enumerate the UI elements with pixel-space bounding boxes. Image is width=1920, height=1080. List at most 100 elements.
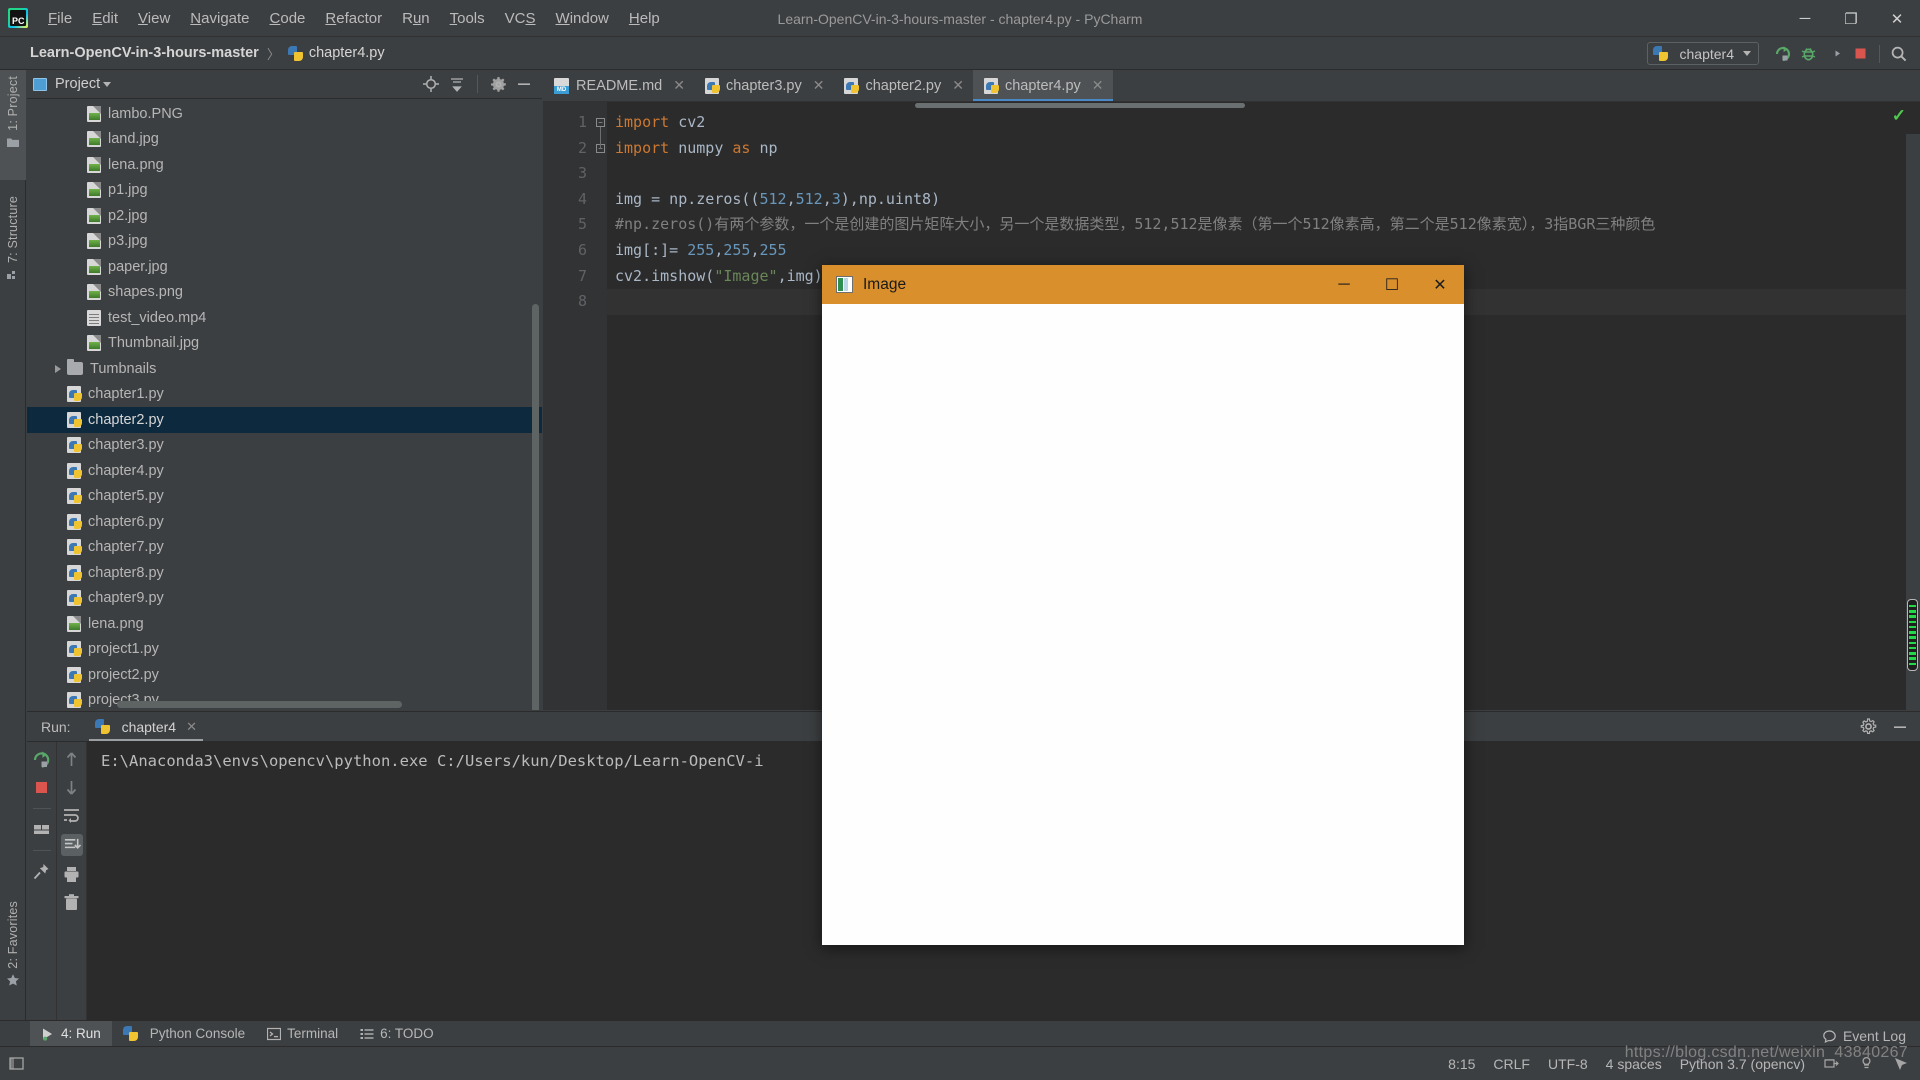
line-separator[interactable]: CRLF [1493,1056,1530,1072]
menu-vcs[interactable]: VCS [495,7,546,30]
python-interpreter[interactable]: Python 3.7 (opencv) [1680,1056,1805,1072]
project-tree-horizontal-scrollbar[interactable] [117,701,402,708]
tree-item-lena-png[interactable]: lena.png [27,152,542,178]
debug-icon[interactable] [1795,42,1821,66]
tab-close-icon[interactable]: ✕ [813,77,825,94]
code-line-6[interactable]: img[:]= 255,255,255 [607,238,1920,264]
tree-item-chapter5-py[interactable]: chapter5.py [27,484,542,510]
project-file-tree[interactable]: lambo.PNG land.jpg lena.png p1.jpg p2.jpg p3.… [27,99,542,710]
opencv-maximize-button[interactable]: ☐ [1368,265,1416,304]
menu-edit[interactable]: Edit [82,7,128,30]
opencv-close-button[interactable]: ✕ [1416,265,1464,304]
tree-item-paper-jpg[interactable]: paper.jpg [27,254,542,280]
tree-item-thumbnail-jpg[interactable]: Thumbnail.jpg [27,331,542,357]
cursor-position[interactable]: 8:15 [1448,1056,1475,1072]
bottom-item-todo[interactable]: 6: TODO [349,1021,445,1047]
tree-item-project1-py[interactable]: project1.py [27,637,542,663]
menu-file[interactable]: File [38,7,82,30]
tab-close-icon[interactable]: ✕ [952,77,964,94]
bottom-item-terminal[interactable]: Terminal [256,1021,349,1047]
rerun-icon[interactable] [32,750,51,769]
tree-item-chapter6-py[interactable]: chapter6.py [27,509,542,535]
gear-icon[interactable] [1856,716,1880,738]
tree-item-chapter4-py[interactable]: chapter4.py [27,458,542,484]
code-line-4[interactable]: img = np.zeros((512,512,3),np.uint8) [607,187,1920,213]
tab-chapter3-py[interactable]: chapter3.py ✕ [694,70,834,101]
chevron-down-icon[interactable] [103,81,112,87]
editor-horizontal-scrollbar[interactable] [595,103,1795,108]
run-icon[interactable] [1769,42,1795,66]
run-with-coverage-icon[interactable] [1821,42,1847,66]
menu-refactor[interactable]: Refactor [315,7,392,30]
breadcrumb-project[interactable]: Learn-OpenCV-in-3-hours-master [30,45,259,61]
tree-item-lena-png[interactable]: lena.png [27,611,542,637]
file-encoding[interactable]: UTF-8 [1548,1056,1588,1072]
menu-tools[interactable]: Tools [440,7,495,30]
opencv-image-window[interactable]: Image ─ ☐ ✕ [822,265,1464,945]
menu-window[interactable]: Window [546,7,619,30]
up-arrow-icon[interactable] [62,750,81,769]
tree-item-p2-jpg[interactable]: p2.jpg [27,203,542,229]
code-line-3[interactable] [607,161,1920,187]
tree-item-chapter7-py[interactable]: chapter7.py [27,535,542,561]
tree-item-chapter8-py[interactable]: chapter8.py [27,560,542,586]
bottom-item-python-console[interactable]: Python Console [112,1021,256,1047]
clear-all-icon[interactable] [62,893,81,912]
menu-help[interactable]: Help [619,7,670,30]
breadcrumb-file[interactable]: chapter4.py [309,45,385,61]
locate-icon[interactable] [419,73,443,95]
fold-marker-1[interactable]: − [596,118,605,127]
tree-item-land-jpg[interactable]: land.jpg [27,127,542,153]
inspection-status-icon[interactable]: ✓ [1892,106,1906,126]
editor-horizontal-scroll-thumb[interactable] [915,103,1245,108]
hide-icon[interactable] [512,73,536,95]
code-folding-gutter[interactable]: − − [595,102,607,710]
down-arrow-icon[interactable] [62,778,81,797]
menu-code[interactable]: Code [260,7,316,30]
sidebar-item-structure[interactable]: 7: Structure [0,190,26,320]
tree-item-lambo-png[interactable]: lambo.PNG [27,101,542,127]
tab-chapter2-py[interactable]: chapter2.py ✕ [833,70,973,101]
tree-item-chapter1-py[interactable]: chapter1.py [27,382,542,408]
run-tab-close-icon[interactable]: ✕ [186,719,197,735]
project-tree-vertical-scrollbar[interactable] [532,304,539,710]
menu-run[interactable]: Run [392,7,440,30]
chevron-right-icon[interactable] [55,364,61,373]
tree-item-p1-jpg[interactable]: p1.jpg [27,178,542,204]
code-line-5[interactable]: #np.zeros()有两个参数，一个是创建的图片矩阵大小，另一个是数据类型，5… [607,212,1920,238]
search-everywhere-icon[interactable] [1886,42,1912,66]
pin-icon[interactable] [32,862,51,881]
event-log-button[interactable]: Event Log [1822,1028,1906,1044]
run-configuration-selector[interactable]: chapter4 [1646,42,1759,65]
tree-item-shapes-png[interactable]: shapes.png [27,280,542,306]
stop-icon[interactable] [1847,42,1873,66]
menu-view[interactable]: View [128,7,180,30]
print-icon[interactable] [62,865,81,884]
window-minimize-button[interactable]: ─ [1782,0,1828,37]
window-maximize-button[interactable]: ❐ [1828,0,1874,37]
opencv-image-canvas[interactable] [822,304,1464,945]
hide-icon[interactable] [1888,716,1912,738]
bottom-item-run[interactable]: 4: Run [30,1020,112,1047]
opencv-minimize-button[interactable]: ─ [1320,265,1368,304]
layout-icon[interactable] [32,820,51,839]
tab-readme-md[interactable]: README.md ✕ [543,70,694,101]
collapse-all-icon[interactable] [445,73,469,95]
gear-icon[interactable] [486,73,510,95]
window-close-button[interactable]: ✕ [1874,0,1920,37]
tree-item-chapter9-py[interactable]: chapter9.py [27,586,542,612]
code-line-2[interactable]: import numpy as np [607,136,1920,162]
tree-item-test-video-mp4[interactable]: test_video.mp4 [27,305,542,331]
tree-item-tumbnails[interactable]: Tumbnails [27,356,542,382]
stop-icon[interactable] [32,778,51,797]
soft-wrap-icon[interactable] [62,806,81,825]
inspection-icon[interactable] [1858,1055,1875,1072]
tree-item-chapter2-py[interactable]: chapter2.py [27,407,542,433]
tree-item-chapter3-py[interactable]: chapter3.py [27,433,542,459]
notifications-icon[interactable] [1893,1055,1910,1072]
tab-close-icon[interactable]: ✕ [673,77,685,94]
tree-item-p3-jpg[interactable]: p3.jpg [27,229,542,255]
run-tab-chapter4[interactable]: chapter4 ✕ [88,712,204,741]
toggle-sidebar-icon[interactable] [8,1055,25,1072]
vcs-branch-icon[interactable] [1823,1055,1840,1072]
